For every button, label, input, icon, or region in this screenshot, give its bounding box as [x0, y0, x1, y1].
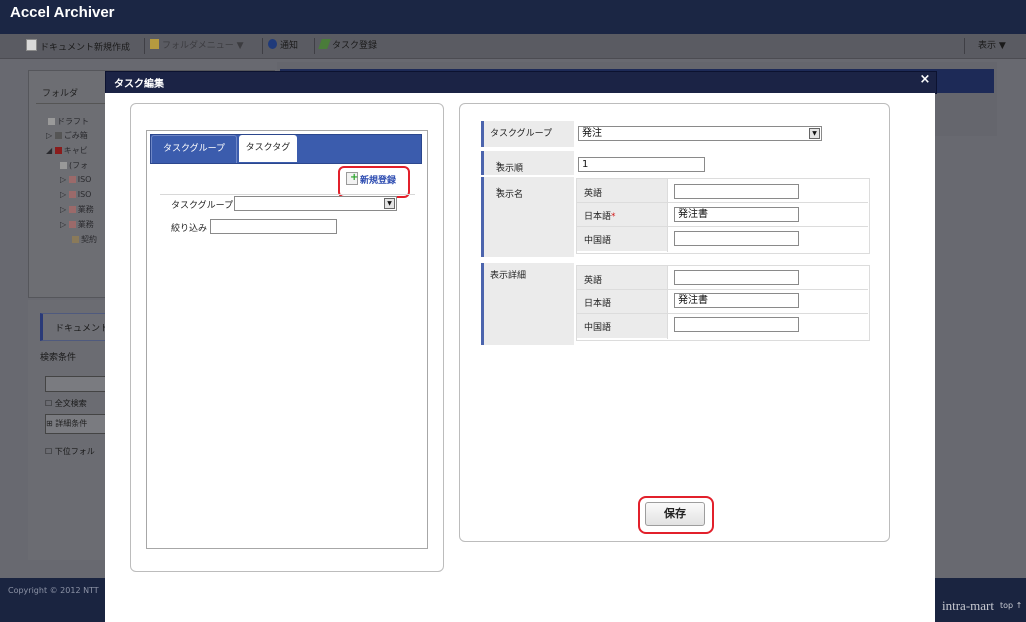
folder-icon: [60, 162, 67, 169]
folder-icon: [150, 39, 159, 49]
tree-item[interactable]: ▷ ISO: [60, 175, 91, 184]
detail-lang-en: 英語: [584, 276, 603, 286]
tree-item[interactable]: ▷ ISO: [60, 190, 91, 199]
tree-item[interactable]: ▷ 業務: [60, 204, 94, 215]
display-name-en-input[interactable]: [674, 184, 799, 199]
tab-task-group[interactable]: タスクグループ: [151, 135, 237, 163]
footer-brand-logo: intra-mart: [942, 598, 994, 613]
footer-copyright: Copyright © 2012 NTT: [8, 586, 99, 595]
document-icon: [26, 39, 37, 51]
narrow-filter-input[interactable]: [210, 219, 337, 234]
display-name-zh-input[interactable]: [674, 231, 799, 246]
pencil-icon: [318, 39, 331, 49]
modal-titlebar[interactable]: [105, 71, 937, 94]
notice-button[interactable]: 通知: [268, 39, 298, 53]
task-group-select[interactable]: 発注 ▼: [578, 126, 822, 141]
tree-item[interactable]: 契約: [72, 234, 97, 245]
order-label-cell: 表示順 *: [481, 151, 574, 175]
toolbar: ドキュメント新規作成 フォルダメニュー ▼ 通知 タスク登録 表示 ▼: [0, 34, 1026, 59]
folder-icon: [68, 221, 76, 228]
task-group-label-cell: タスクグループ: [481, 121, 574, 147]
display-menu-button[interactable]: 表示 ▼: [978, 39, 1006, 53]
narrow-filter-label: 絞り込み: [171, 224, 208, 234]
folder-menu-label: フォルダメニュー ▼: [162, 41, 244, 51]
detail-en-input[interactable]: [674, 270, 799, 285]
search-conditions-label: 検索条件: [40, 353, 77, 363]
tab-task-tag[interactable]: タスクタグ: [239, 135, 297, 162]
add-icon: [346, 170, 358, 186]
tree-item[interactable]: ◢ キャビ: [46, 145, 88, 156]
folder-icon: [68, 191, 76, 198]
document-tab-label: ドキュメント: [55, 324, 110, 334]
close-icon[interactable]: ×: [918, 73, 932, 87]
document-icon: [48, 118, 55, 125]
notice-label: 通知: [280, 41, 299, 51]
detail-lang-ja: 日本語: [584, 299, 612, 309]
folder-menu-button[interactable]: フォルダメニュー ▼: [150, 39, 244, 53]
app-title: Accel Archiver: [10, 4, 115, 21]
task-register-button[interactable]: タスク登録: [318, 39, 378, 53]
required-mark: *: [496, 161, 501, 171]
detail-zh-input[interactable]: [674, 317, 799, 332]
trash-icon: [54, 132, 62, 139]
detail-label: 表示詳細: [490, 271, 527, 281]
tree-item[interactable]: (フォ: [60, 160, 88, 171]
modal-title: タスク編集: [114, 79, 164, 90]
display-name-label-cell: 表示名 *: [481, 177, 574, 257]
display-name-lang-zh: 中国語: [584, 236, 612, 246]
folder-icon: [68, 176, 76, 183]
app-header: [0, 0, 1026, 34]
display-name-lang-ja: 日本語*: [584, 212, 616, 222]
folder-panel-title: フォルダ: [42, 89, 79, 99]
contract-icon: [72, 236, 79, 243]
required-mark: *: [496, 187, 501, 197]
subfolder-checkbox[interactable]: ☐ 下位フォル: [45, 446, 95, 457]
detail-ja-input[interactable]: 発注書: [674, 293, 799, 308]
detail-label-cell: 表示詳細: [481, 263, 574, 345]
task-group-value: 発注: [582, 128, 602, 139]
task-group-filter-label: タスクグループ: [171, 201, 234, 211]
order-input[interactable]: 1: [578, 157, 705, 172]
new-register-button[interactable]: 新規登録: [346, 170, 397, 188]
fulltext-checkbox[interactable]: ☐ 全文検索: [45, 398, 87, 409]
task-group-label: タスクグループ: [490, 129, 553, 139]
task-group-filter-select[interactable]: ▼: [234, 196, 397, 211]
cabinet-icon: [54, 147, 62, 154]
new-document-label: ドキュメント新規作成: [40, 43, 131, 53]
task-register-label: タスク登録: [332, 41, 378, 51]
required-mark: *: [611, 212, 616, 222]
tree-item[interactable]: ▷ 業務: [60, 219, 94, 230]
tree-item[interactable]: ▷ ごみ箱: [46, 130, 88, 141]
divider: [160, 194, 415, 195]
detail-lang-zh: 中国語: [584, 323, 612, 333]
save-button[interactable]: 保存: [645, 502, 705, 526]
chevron-down-icon: ▼: [384, 198, 395, 209]
folder-icon: [68, 206, 76, 213]
new-document-button[interactable]: ドキュメント新規作成: [26, 39, 130, 53]
display-name-lang-en: 英語: [584, 189, 603, 199]
divider: [36, 103, 106, 104]
tab-bar: タスクグループ タスクタグ: [150, 134, 422, 164]
tree-item[interactable]: ドラフト: [48, 116, 89, 127]
back-to-top-link[interactable]: top ↑: [1000, 601, 1022, 610]
info-icon: [268, 39, 277, 49]
new-register-label: 新規登録: [360, 176, 397, 186]
display-name-ja-input[interactable]: 発注書: [674, 207, 799, 222]
order-value: 1: [582, 159, 589, 170]
chevron-down-icon: ▼: [809, 128, 820, 139]
